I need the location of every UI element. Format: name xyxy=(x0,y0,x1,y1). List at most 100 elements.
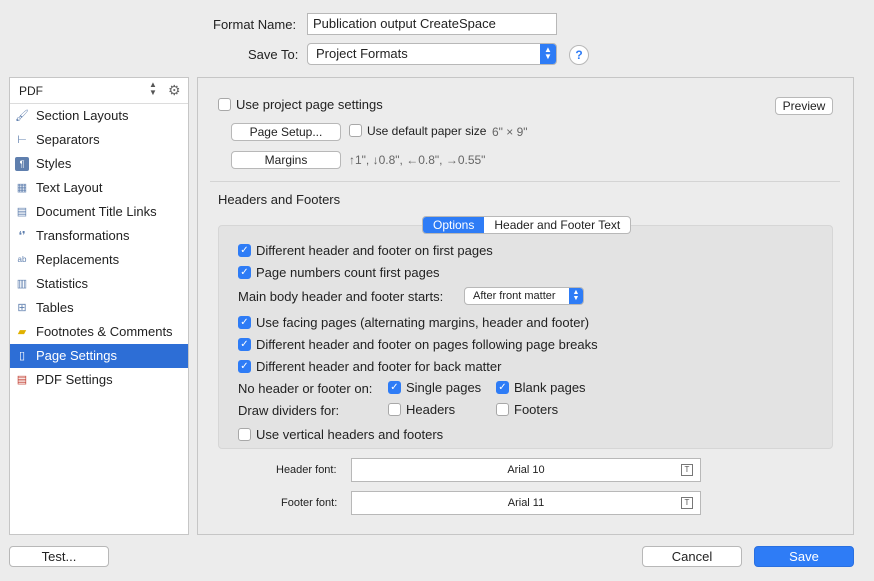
checkbox-label: Different header and footer for back mat… xyxy=(256,359,502,374)
text-layout-icon: ▦ xyxy=(16,182,28,194)
header-font-label: Header font: xyxy=(276,464,337,476)
sidebar-item-label: Page Settings xyxy=(36,348,117,363)
use-default-paper-checkbox[interactable]: Use default paper size xyxy=(349,124,486,138)
font-picker-icon[interactable]: T xyxy=(681,497,693,509)
separator-icon: ⊢ xyxy=(17,134,27,146)
sidebar-item-label: Section Layouts xyxy=(36,108,129,123)
blank-pages-checkbox[interactable]: ✓ Blank pages xyxy=(496,380,586,395)
select-arrows-icon: ▲ ▼ xyxy=(569,288,583,304)
sidebar-item-replacements[interactable]: ab Replacements xyxy=(10,248,188,272)
format-name-label: Format Name: xyxy=(213,17,297,32)
page-setup-button[interactable]: Page Setup... xyxy=(231,123,341,141)
checkmark-icon[interactable]: ✓ xyxy=(238,338,251,352)
vertical-headers-checkbox[interactable]: Use vertical headers and footers xyxy=(238,427,443,442)
use-project-settings-checkbox[interactable]: Use project page settings xyxy=(218,97,383,112)
checkmark-icon[interactable]: ✓ xyxy=(238,244,251,258)
sidebar-item-text-layout[interactable]: ▦ Text Layout xyxy=(10,176,188,200)
sidebar-item-label: Replacements xyxy=(36,252,120,267)
checkmark-icon[interactable]: ✓ xyxy=(238,360,251,374)
divider xyxy=(210,181,840,182)
checkbox-label: Use default paper size xyxy=(367,124,487,138)
checkbox-label: Blank pages xyxy=(514,380,586,395)
quotes-icon: ❛❜ xyxy=(18,230,26,242)
header-font-field[interactable]: Arial 10 T xyxy=(351,458,701,482)
cancel-button[interactable]: Cancel xyxy=(642,546,742,567)
sidebar-item-label: PDF Settings xyxy=(36,372,113,387)
checkbox-label: Use project page settings xyxy=(236,97,383,112)
sidebar-item-footnotes-comments[interactable]: ▰ Footnotes & Comments xyxy=(10,320,188,344)
checkmark-icon[interactable]: ✓ xyxy=(388,381,401,395)
tab-header-footer-text[interactable]: Header and Footer Text xyxy=(484,217,630,233)
checkmark-icon[interactable]: ✓ xyxy=(238,316,251,330)
sidebar-item-section-layouts[interactable]: 🖌 Section Layouts xyxy=(10,104,188,128)
checkbox-label: Different header and footer on pages fol… xyxy=(256,337,598,352)
font-picker-icon[interactable]: T xyxy=(681,464,693,476)
back-matter-checkbox[interactable]: ✓ Different header and footer for back ma… xyxy=(238,359,501,374)
help-button[interactable]: ? xyxy=(569,45,589,65)
format-name-input[interactable]: Publication output CreateSpace xyxy=(307,13,557,35)
tab-options[interactable]: Options xyxy=(423,217,485,233)
checkbox[interactable] xyxy=(496,403,509,417)
sidebar-item-statistics[interactable]: ▥ Statistics xyxy=(10,272,188,296)
checkbox-label: Use vertical headers and footers xyxy=(256,427,444,442)
sidebar-item-tables[interactable]: ⊞ Tables xyxy=(10,296,188,320)
margins-button[interactable]: Margins xyxy=(231,151,341,169)
pdf-icon: ▤ xyxy=(16,374,28,386)
facing-pages-checkbox[interactable]: ✓ Use facing pages (alternating margins, … xyxy=(238,315,589,330)
main-body-label: Main body header and footer starts: xyxy=(238,289,444,304)
main-body-value: After front matter xyxy=(473,290,556,302)
sidebar-item-styles[interactable]: ¶ Styles xyxy=(10,152,188,176)
checkbox-label: Headers xyxy=(406,402,456,417)
sidebar-item-label: Styles xyxy=(36,156,72,171)
format-type-value: PDF xyxy=(19,84,43,98)
paper-size-text: 6" × 9" xyxy=(492,125,528,139)
sidebar-item-label: Transformations xyxy=(36,228,130,243)
checkmark-icon[interactable]: ✓ xyxy=(496,381,509,395)
sidebar-item-label: Text Layout xyxy=(36,180,103,195)
sidebar-item-pdf-settings[interactable]: ▤ PDF Settings xyxy=(10,368,188,392)
sidebar-item-document-title-links[interactable]: ▤ Document Title Links xyxy=(10,200,188,224)
dividers-label: Draw dividers for: xyxy=(238,403,340,418)
save-to-select[interactable]: Project Formats ▲ ▼ xyxy=(307,43,557,65)
save-to-label: Save To: xyxy=(248,47,299,62)
sidebar-item-separators[interactable]: ⊢ Separators xyxy=(10,128,188,152)
sidebar-item-label: Tables xyxy=(36,300,74,315)
headers-divider-checkbox[interactable]: Headers xyxy=(388,402,455,417)
styles-icon: ¶ xyxy=(15,157,29,171)
page-breaks-checkbox[interactable]: ✓ Different header and footer on pages fo… xyxy=(238,337,598,352)
footer-font-field[interactable]: Arial 11 T xyxy=(351,491,701,515)
checkbox[interactable] xyxy=(218,98,231,112)
checkmark-icon[interactable]: ✓ xyxy=(238,266,251,280)
footer-font-value: Arial 11 xyxy=(507,497,545,509)
save-button[interactable]: Save xyxy=(754,546,854,567)
checkbox-label: Single pages xyxy=(406,380,482,395)
sidebar-item-transformations[interactable]: ❛❜ Transformations xyxy=(10,224,188,248)
sidebar-item-page-settings[interactable]: ▯ Page Settings xyxy=(10,344,188,368)
sidebar-item-label: Document Title Links xyxy=(36,204,157,219)
header-font-value: Arial 10 xyxy=(507,464,545,476)
no-header-label: No header or footer on: xyxy=(238,381,373,396)
gear-icon[interactable]: ⚙ xyxy=(168,82,181,99)
sidebar-item-label: Separators xyxy=(36,132,100,147)
format-type-select[interactable]: PDF ▲ ▼ ⚙ xyxy=(10,78,188,104)
single-pages-checkbox[interactable]: ✓ Single pages xyxy=(388,380,481,395)
page-icon: ▯ xyxy=(18,350,26,362)
headers-footers-title: Headers and Footers xyxy=(218,192,341,207)
checkbox[interactable] xyxy=(238,428,251,442)
sidebar-list: 🖌 Section Layouts ⊢ Separators ¶ Styles ▦ Te… xyxy=(10,104,188,392)
page-numbers-checkbox[interactable]: ✓ Page numbers count first pages xyxy=(238,265,440,280)
main-body-select[interactable]: After front matter ▲ ▼ xyxy=(464,287,584,305)
margin-values-text: ↑1", ↓0.8", ←0.8", →0.55" xyxy=(349,153,486,167)
first-pages-checkbox[interactable]: ✓ Different header and footer on first pa… xyxy=(238,243,493,258)
checkbox[interactable] xyxy=(388,403,401,417)
select-arrows-icon: ▲ ▼ xyxy=(540,44,556,64)
checkbox[interactable] xyxy=(349,124,362,138)
preview-button[interactable]: Preview xyxy=(775,97,833,115)
checkbox-label: Different header and footer on first pag… xyxy=(256,243,493,258)
test-button[interactable]: Test... xyxy=(9,546,109,567)
save-to-value: Project Formats xyxy=(316,46,408,61)
footers-divider-checkbox[interactable]: Footers xyxy=(496,402,558,417)
document-icon: ▤ xyxy=(16,206,28,218)
sidebar-item-label: Footnotes & Comments xyxy=(36,324,173,339)
sidebar-item-label: Statistics xyxy=(36,276,89,291)
